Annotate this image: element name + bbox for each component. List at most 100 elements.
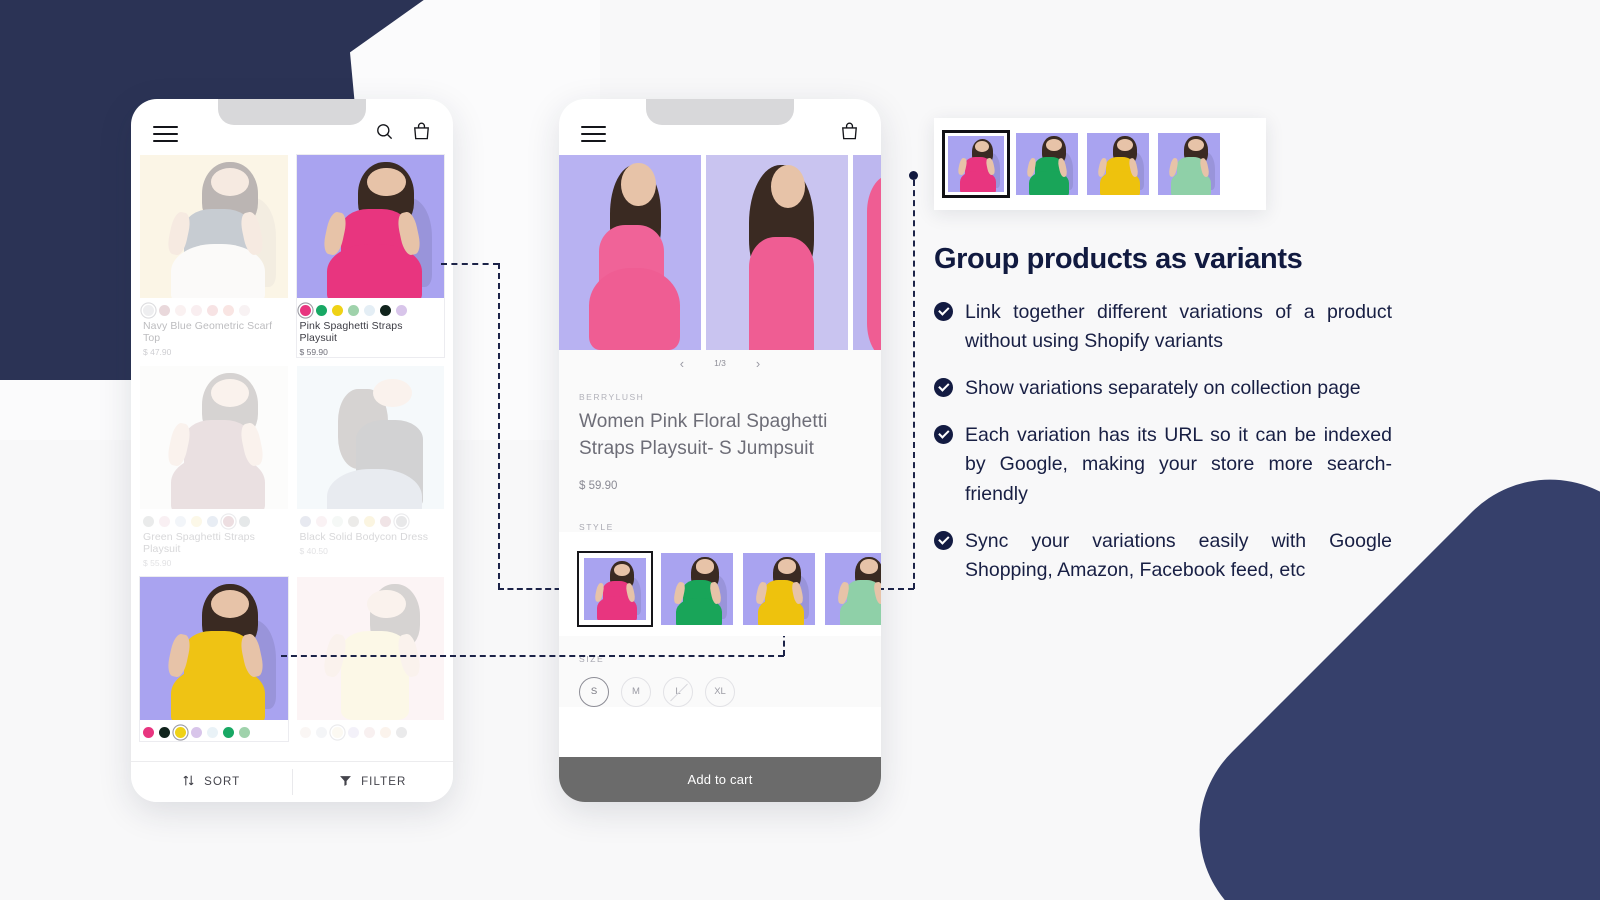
product-image[interactable] — [140, 577, 288, 720]
add-to-cart-button[interactable]: Add to cart — [559, 757, 881, 802]
swatch[interactable] — [207, 727, 218, 738]
swatch[interactable] — [363, 516, 375, 527]
style-option-mint[interactable] — [825, 552, 881, 625]
swatch[interactable] — [159, 305, 170, 316]
swatch[interactable] — [207, 516, 218, 527]
chevron-left-icon[interactable]: ‹ — [680, 356, 684, 371]
color-swatches[interactable] — [297, 298, 445, 319]
product-title: Green Spaghetti Straps Playsuit — [143, 531, 255, 555]
swatch[interactable] — [143, 727, 154, 738]
list-item: Sync your variations easily with Google … — [934, 527, 1392, 586]
hamburger-menu-icon[interactable] — [581, 125, 606, 143]
product-image[interactable] — [296, 366, 444, 509]
swatch[interactable] — [239, 727, 250, 738]
variant-thumb-green[interactable] — [1016, 133, 1078, 195]
size-section: SIZE S M L XL — [559, 635, 881, 707]
variant-thumbnails-card[interactable] — [934, 118, 1266, 210]
gallery-image[interactable] — [853, 155, 881, 350]
swatch[interactable] — [299, 516, 311, 527]
swatch[interactable] — [159, 516, 170, 527]
swatch[interactable] — [175, 727, 186, 738]
swatch[interactable] — [363, 305, 375, 316]
swatch[interactable] — [175, 305, 186, 316]
product-card[interactable] — [296, 577, 445, 741]
product-image[interactable] — [140, 155, 288, 298]
swatch[interactable] — [299, 305, 311, 316]
variant-thumb-yellow[interactable] — [1087, 133, 1149, 195]
swatch[interactable] — [331, 305, 343, 316]
product-image[interactable] — [296, 577, 444, 720]
product-card[interactable]: Black Solid Bodycon Dress $ 40.50 — [296, 366, 445, 568]
variant-thumb-mint[interactable] — [1158, 133, 1220, 195]
swatch[interactable] — [315, 516, 327, 527]
swatch[interactable] — [223, 727, 234, 738]
swatch[interactable] — [347, 727, 359, 738]
size-option-l[interactable]: L — [663, 676, 693, 707]
product-card[interactable] — [139, 576, 289, 742]
swatch[interactable] — [159, 727, 170, 738]
swatch[interactable] — [331, 516, 343, 527]
gallery-image[interactable] — [559, 155, 701, 350]
swatch[interactable] — [299, 727, 311, 738]
product-card[interactable]: Pink Spaghetti Straps Playsuit $ 59.90 — [295, 154, 445, 358]
shopping-bag-icon[interactable] — [840, 122, 859, 146]
product-image[interactable] — [140, 366, 288, 509]
swatch[interactable] — [143, 516, 154, 527]
bullet-text: Show variations separately on collection… — [965, 377, 1361, 400]
size-option-m[interactable]: M — [621, 676, 651, 707]
phone-notch — [646, 99, 794, 125]
color-swatches[interactable] — [297, 509, 445, 530]
swatch[interactable] — [379, 305, 391, 316]
swatch[interactable] — [191, 727, 202, 738]
filter-button[interactable]: FILTER — [293, 762, 454, 802]
style-variant-selector[interactable] — [559, 541, 881, 636]
collection-phone-mockup: Navy Blue Geometric Scarf Top $ 47.90 Pi… — [131, 99, 453, 802]
style-option-pink[interactable] — [577, 550, 653, 627]
shopping-bag-icon[interactable] — [412, 122, 431, 146]
search-icon[interactable] — [375, 122, 394, 146]
product-price: $ 47.90 — [143, 347, 172, 357]
swatch[interactable] — [223, 516, 234, 527]
swatch[interactable] — [347, 516, 359, 527]
swatch[interactable] — [331, 727, 343, 738]
swatch[interactable] — [315, 305, 327, 316]
size-option-xl[interactable]: XL — [705, 676, 735, 707]
swatch[interactable] — [239, 516, 250, 527]
style-option-green[interactable] — [661, 552, 733, 625]
color-swatches[interactable] — [140, 298, 288, 319]
product-image[interactable] — [296, 155, 444, 298]
swatch[interactable] — [191, 305, 202, 316]
swatch[interactable] — [395, 516, 407, 527]
swatch[interactable] — [395, 305, 407, 316]
check-circle-icon — [934, 424, 953, 444]
product-gallery[interactable] — [559, 155, 881, 350]
swatch[interactable] — [175, 516, 186, 527]
hamburger-menu-icon[interactable] — [153, 125, 178, 143]
swatch[interactable] — [191, 516, 202, 527]
swatch[interactable] — [395, 727, 407, 738]
swatch[interactable] — [363, 727, 375, 738]
gallery-pager[interactable]: ‹ 1/3 › — [559, 350, 881, 376]
slide-canvas: Navy Blue Geometric Scarf Top $ 47.90 Pi… — [0, 0, 1600, 900]
swatch[interactable] — [143, 305, 154, 316]
color-swatches[interactable] — [297, 720, 445, 741]
color-swatches[interactable] — [140, 509, 288, 530]
swatch[interactable] — [207, 305, 218, 316]
swatch[interactable] — [223, 305, 234, 316]
variant-thumb-pink[interactable] — [942, 130, 1010, 198]
product-card[interactable]: Navy Blue Geometric Scarf Top $ 47.90 — [140, 155, 288, 357]
swatch[interactable] — [347, 305, 359, 316]
swatch[interactable] — [315, 727, 327, 738]
color-swatches[interactable] — [140, 720, 288, 741]
swatch[interactable] — [379, 727, 391, 738]
sort-button[interactable]: SORT — [131, 762, 292, 802]
chevron-right-icon[interactable]: › — [756, 356, 760, 371]
size-option-s[interactable]: S — [579, 676, 609, 707]
product-card[interactable]: Green Spaghetti Straps Playsuit $ 55.90 — [140, 366, 288, 568]
size-selector[interactable]: S M L XL — [579, 676, 861, 707]
style-option-yellow[interactable] — [743, 552, 815, 625]
gallery-image[interactable] — [706, 155, 848, 350]
swatch[interactable] — [379, 516, 391, 527]
product-info: BERRYLUSH Women Pink Floral Spaghetti St… — [559, 376, 881, 532]
swatch[interactable] — [239, 305, 250, 316]
